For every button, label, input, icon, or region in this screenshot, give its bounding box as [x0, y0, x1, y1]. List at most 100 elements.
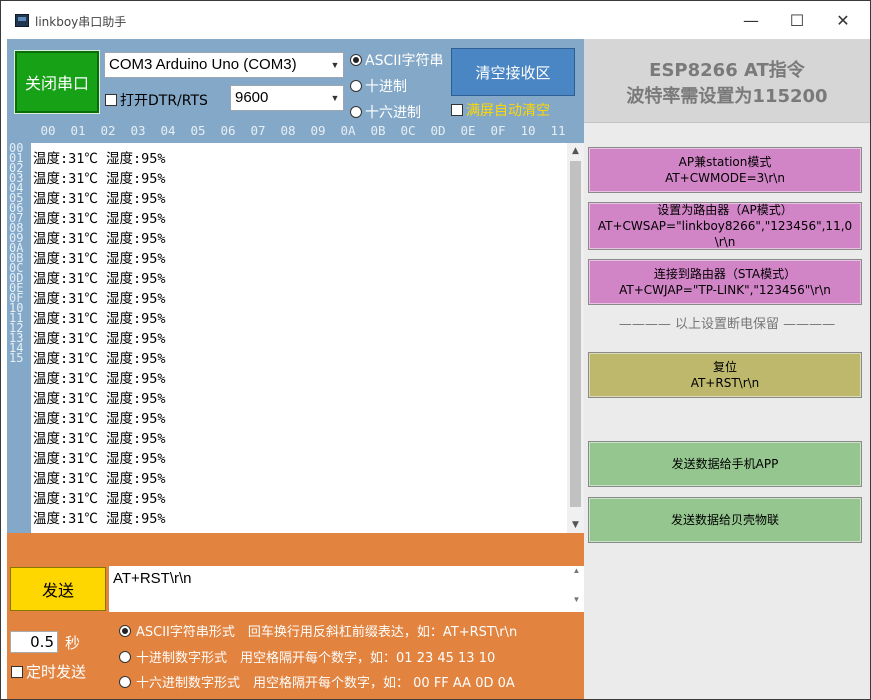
- receive-line: 温度:31℃ 湿度:95%: [33, 251, 166, 267]
- receive-line: 温度:31℃ 湿度:95%: [33, 231, 166, 247]
- receive-line: 温度:31℃ 湿度:95%: [33, 191, 166, 207]
- button-line: AT+CWSAP="linkboy8266","123456",11,0: [597, 219, 853, 233]
- format-label: ASCII字符串形式: [136, 625, 235, 640]
- send-to-phone-app-button[interactable]: 发送数据给手机APP: [588, 441, 862, 487]
- format-dec-radio[interactable]: 十进制数字形式 用空格隔开每个数字，如：01 23 45 13 10: [119, 647, 495, 666]
- rx-mode-hex-label: 十六进制: [365, 105, 421, 121]
- timer-send-label: 定时发送: [26, 663, 87, 681]
- rx-mode-dec-label: 十进制: [365, 79, 407, 95]
- send-button[interactable]: 发送: [10, 567, 106, 611]
- button-line: 设置为路由器（AP模式）: [657, 203, 793, 217]
- hex-column-label: 02: [100, 123, 116, 138]
- scroll-up-icon[interactable]: ▲: [567, 143, 584, 159]
- hex-column-label: 00: [40, 123, 56, 138]
- hex-column-label: 05: [190, 123, 206, 138]
- auto-clear-checkbox[interactable]: 满屏自动清空: [451, 100, 550, 120]
- button-line: AT+RST\r\n: [690, 376, 760, 390]
- format-hint: 用空格隔开每个数字，如： 00 FF AA 0D 0A: [253, 676, 515, 691]
- button-line: AT+CWMODE=3\r\n: [665, 171, 785, 185]
- rx-mode-ascii-radio[interactable]: ASCII字符串: [350, 50, 444, 70]
- at-panel-heading: ESP8266 AT指令 波特率需设置为115200: [584, 39, 870, 123]
- rx-mode-dec-radio[interactable]: 十进制: [350, 76, 407, 96]
- hex-column-label: 06: [220, 123, 236, 138]
- send-to-beike-button[interactable]: 发送数据给贝壳物联: [588, 497, 862, 543]
- port-select[interactable]: COM3 Arduino Uno (COM3) ▼: [104, 52, 344, 78]
- close-window-button[interactable]: ✕: [821, 9, 865, 33]
- hex-row-header: 00 01 02 03 04 05 06 07 08 09 0A 0B 0C 0D 0E 0F 10 11 12 13…: [7, 142, 29, 533]
- button-line: 复位: [712, 360, 737, 374]
- maximize-button[interactable]: ☐: [775, 9, 819, 33]
- hex-column-label: 0F: [490, 123, 506, 138]
- ap-station-mode-button[interactable]: AP兼station模式 AT+CWMODE=3\r\n: [588, 147, 862, 193]
- radio-icon: [350, 80, 362, 92]
- hex-column-label: 01: [70, 123, 86, 138]
- receive-line: 温度:31℃ 湿度:95%: [33, 211, 166, 227]
- set-router-ap-button[interactable]: 设置为路由器（AP模式） AT+CWSAP="linkboy8266","123…: [588, 202, 862, 250]
- dtr-rts-label: 打开DTR/RTS: [120, 93, 208, 109]
- button-line: 连接到路由器（STA模式）: [653, 267, 797, 281]
- receive-line: 温度:31℃ 湿度:95%: [33, 391, 166, 407]
- receive-lines: 温度:31℃ 湿度:95% 温度:31℃ 湿度:95% 温度:31℃ 湿度:95% 温…: [33, 149, 563, 529]
- receive-line: 温度:31℃ 湿度:95%: [33, 411, 166, 427]
- format-ascii-radio[interactable]: ASCII字符串形式 回车换行用反斜杠前缀表达，如：AT+RST\r\n: [119, 621, 517, 640]
- scroll-thumb[interactable]: [570, 161, 581, 507]
- minimize-button[interactable]: —: [729, 9, 773, 33]
- receive-scrollbar[interactable]: ▲ ▼: [567, 143, 584, 533]
- receive-line: 温度:31℃ 湿度:95%: [33, 271, 166, 287]
- app-icon: [15, 14, 29, 27]
- send-input-value: AT+RST\r\n: [113, 570, 192, 587]
- format-label: 十进制数字形式: [136, 651, 228, 666]
- receive-line: 温度:31℃ 湿度:95%: [33, 371, 166, 387]
- hex-column-label: 11: [550, 123, 566, 138]
- hex-column-label: 0A: [340, 123, 356, 138]
- receive-line: 温度:31℃ 湿度:95%: [33, 431, 166, 447]
- hex-column-label: 09: [310, 123, 326, 138]
- receive-line: 温度:31℃ 湿度:95%: [33, 331, 166, 347]
- interval-input[interactable]: 0.5: [10, 631, 58, 653]
- reset-button[interactable]: 复位 AT+RST\r\n: [588, 352, 862, 398]
- scroll-up-icon[interactable]: ▲: [569, 566, 584, 575]
- hex-column-label: 03: [130, 123, 146, 138]
- scroll-down-icon[interactable]: ▼: [569, 595, 584, 604]
- rx-mode-hex-radio[interactable]: 十六进制: [350, 102, 421, 122]
- receive-line: 温度:31℃ 湿度:95%: [33, 451, 166, 467]
- radio-selected-icon: [350, 54, 362, 66]
- format-hex-radio[interactable]: 十六进制数字形式 用空格隔开每个数字，如： 00 FF AA 0D 0A: [119, 672, 515, 691]
- hex-column-label: 08: [280, 123, 296, 138]
- window-title: linkboy串口助手: [35, 15, 127, 29]
- hex-column-label: 0B: [370, 123, 386, 138]
- timer-send-checkbox[interactable]: 定时发送: [11, 661, 86, 682]
- receive-line: 温度:31℃ 湿度:95%: [33, 491, 166, 507]
- receive-textarea[interactable]: 温度:31℃ 湿度:95% 温度:31℃ 湿度:95% 温度:31℃ 湿度:95% 温…: [31, 143, 584, 533]
- radio-icon: [119, 675, 131, 688]
- send-input[interactable]: AT+RST\r\n ▲ ▼: [109, 566, 584, 612]
- at-heading-subtitle: 波特率需设置为115200: [626, 86, 828, 107]
- button-line: AP兼station模式: [678, 155, 772, 169]
- clear-receive-button[interactable]: 清空接收区: [451, 48, 575, 96]
- close-port-button[interactable]: 关闭串口: [14, 50, 100, 114]
- scroll-down-icon[interactable]: ▼: [567, 517, 584, 533]
- at-heading-title: ESP8266 AT指令: [649, 60, 805, 81]
- hex-column-header: 00 01 02 03 04 05 06 07 08 09 0A 0B 0C 0D 0E 0F 10 11: [33, 123, 583, 141]
- hex-column-label: 07: [250, 123, 266, 138]
- receive-line: 温度:31℃ 湿度:95%: [33, 311, 166, 327]
- checkbox-box: [105, 94, 117, 106]
- hex-column-label: 0C: [400, 123, 416, 138]
- divider-strip: [7, 533, 584, 563]
- checkbox-box: [11, 665, 23, 678]
- button-line: \r\n: [714, 235, 736, 249]
- format-hint: 回车换行用反斜杠前缀表达，如：AT+RST\r\n: [247, 625, 518, 640]
- button-line: 发送数据给贝壳物联: [670, 513, 779, 527]
- format-label: 十六进制数字形式: [136, 676, 241, 691]
- auto-clear-label: 满屏自动清空: [466, 103, 550, 119]
- chevron-down-icon: ▼: [330, 93, 340, 103]
- hex-column-label: 0E: [460, 123, 476, 138]
- baud-select[interactable]: 9600 ▼: [230, 85, 344, 111]
- rx-mode-ascii-label: ASCII字符串: [365, 53, 444, 69]
- send-scrollbar[interactable]: ▲ ▼: [569, 566, 584, 612]
- baud-select-value: 9600: [235, 89, 269, 106]
- receive-line: 温度:31℃ 湿度:95%: [33, 511, 166, 527]
- dtr-rts-checkbox[interactable]: 打开DTR/RTS: [105, 90, 208, 110]
- radio-selected-icon: [119, 624, 131, 637]
- connect-router-sta-button[interactable]: 连接到路由器（STA模式） AT+CWJAP="TP-LINK","123456…: [588, 259, 862, 305]
